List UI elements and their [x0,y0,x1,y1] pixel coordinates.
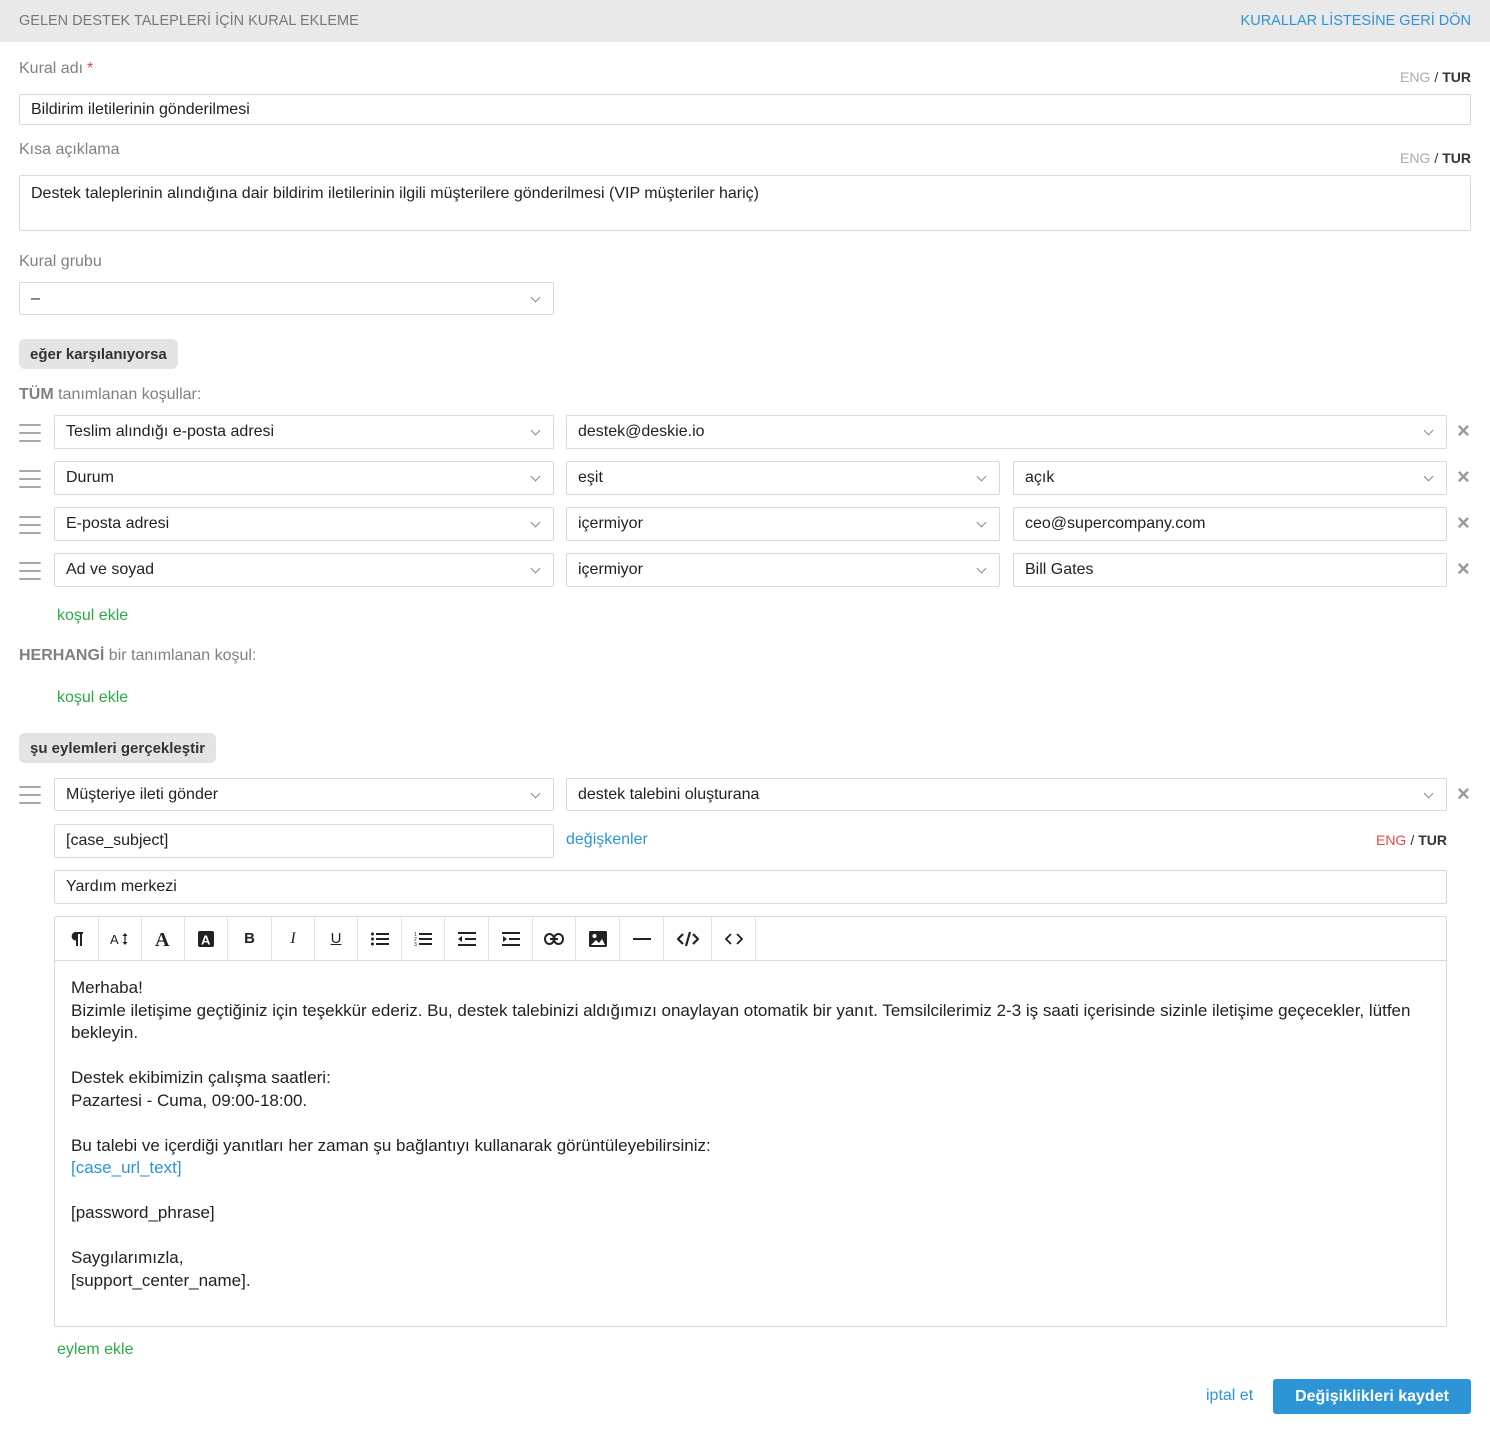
bulleted-list-icon[interactable] [358,917,402,960]
any-conditions-heading: HERHANGİ bir tanımlanan koşul: [19,647,257,664]
editor-toolbar: A A A B I U 123 [55,917,1446,961]
variables-link[interactable]: değişkenler [566,831,648,849]
message-editor: A A A B I U 123 Merhaba! Bizimle iletişi… [54,916,1447,1327]
text-color-icon[interactable]: A [142,917,185,960]
remove-condition-close-icon[interactable]: × [1457,420,1470,442]
condition-field-select[interactable]: Ad ve soyad [54,553,554,587]
remove-action-close-icon[interactable]: × [1457,783,1470,805]
condition-operator-select[interactable]: eşit [566,461,1000,495]
lang-tur[interactable]: TUR [1442,69,1471,85]
add-any-condition-link[interactable]: koşul ekle [57,689,128,707]
case-url-variable-link[interactable]: [case_url_text] [71,1157,1430,1180]
chevron-down-icon [530,563,541,574]
chevron-down-icon [530,292,541,302]
remove-condition-close-icon[interactable]: × [1457,512,1470,534]
horizontal-rule-icon[interactable] [620,917,664,960]
cancel-link[interactable]: iptal et [1206,1387,1253,1405]
action-target-select[interactable]: destek talebini oluşturana [566,778,1447,811]
drag-handle-icon[interactable] [19,424,41,442]
chevron-down-icon [530,788,541,798]
chevron-down-icon [976,563,987,574]
rule-group-select[interactable]: – [19,282,554,315]
condition-operator-select[interactable]: içermiyor [566,553,1000,587]
actions-badge: şu eylemleri gerçekleştir [19,733,217,763]
chevron-down-icon [1423,471,1434,482]
rule-group-label: Kural grubu [19,253,102,270]
svg-text:A: A [155,930,170,948]
remove-condition-close-icon[interactable]: × [1457,466,1470,488]
image-icon[interactable] [576,917,620,960]
rule-name-input[interactable]: Bildirim iletilerinin gönderilmesi [19,94,1471,125]
numbered-list-icon[interactable]: 123 [402,917,445,960]
outdent-icon[interactable] [445,917,489,960]
action-type-select[interactable]: Müşteriye ileti gönder [54,778,554,811]
bold-icon[interactable]: B [228,917,272,960]
subject-input[interactable]: [case_subject] [54,824,554,858]
drag-handle-icon[interactable] [19,562,41,580]
chevron-down-icon [976,471,987,482]
underline-icon[interactable]: U [315,917,358,960]
lang-eng[interactable]: ENG [1400,69,1430,85]
message-body[interactable]: Merhaba! Bizimle iletişime geçtiğiniz iç… [55,961,1446,1292]
rule-name-label: Kural adı * [19,60,94,77]
drag-handle-icon[interactable] [19,470,41,488]
action-lang-switch: ENG / TUR [1375,832,1447,848]
back-to-rules-link[interactable]: KURALLAR LİSTESİNE GERİ DÖN [1241,13,1471,29]
if-conditions-badge: eğer karşılanıyorsa [19,339,178,369]
svg-text:A: A [201,932,211,947]
code-inline-icon[interactable] [712,917,756,960]
condition-field-select[interactable]: Durum [54,461,554,495]
link-icon[interactable] [533,917,576,960]
chevron-down-icon [1423,788,1434,798]
rule-name-lang-switch: ENG / TUR [1399,69,1471,85]
chevron-down-icon [530,471,541,482]
code-view-icon[interactable] [664,917,712,960]
short-desc-lang-switch: ENG / TUR [1399,150,1471,166]
drag-handle-icon[interactable] [19,516,41,534]
save-changes-button[interactable]: Değişiklikleri kaydet [1273,1379,1471,1414]
remove-condition-close-icon[interactable]: × [1457,558,1470,580]
condition-field-select[interactable]: Teslim alındığı e-posta adresi [54,415,554,449]
condition-operator-select[interactable]: içermiyor [566,507,1000,541]
short-desc-label: Kısa açıklama [19,141,120,158]
condition-value-input[interactable]: Bill Gates [1013,553,1447,587]
condition-field-select[interactable]: E-posta adresi [54,507,554,541]
chevron-down-icon [1423,425,1434,436]
page-header: GELEN DESTEK TALEPLERİ İÇİN KURAL EKLEME… [0,0,1490,42]
from-name-input[interactable]: Yardım merkezi [54,870,1447,904]
paragraph-icon[interactable] [55,917,99,960]
indent-icon[interactable] [489,917,533,960]
short-desc-textarea[interactable]: Destek taleplerinin alındığına dair bild… [19,175,1471,231]
chevron-down-icon [530,425,541,436]
lang-tur[interactable]: TUR [1418,832,1447,848]
all-conditions-heading: TÜM tanımlanan koşullar: [19,386,202,403]
lang-tur[interactable]: TUR [1442,150,1471,166]
lang-eng[interactable]: ENG [1376,832,1406,848]
svg-text:A: A [110,932,119,947]
chevron-down-icon [976,517,987,528]
required-mark: * [87,60,94,77]
condition-value-input[interactable]: ceo@supercompany.com [1013,507,1447,541]
add-all-condition-link[interactable]: koşul ekle [57,607,128,625]
condition-value-select[interactable]: açık [1013,461,1447,495]
condition-value-select[interactable]: destek@deskie.io [566,415,1447,449]
background-color-icon[interactable]: A [185,917,228,960]
add-action-link[interactable]: eylem ekle [57,1341,133,1359]
italic-icon[interactable]: I [272,917,315,960]
page-title: GELEN DESTEK TALEPLERİ İÇİN KURAL EKLEME [19,13,359,29]
lang-eng[interactable]: ENG [1400,150,1430,166]
drag-handle-icon[interactable] [19,786,41,804]
font-size-icon[interactable]: A [99,917,142,960]
chevron-down-icon [530,517,541,528]
svg-text:3: 3 [414,942,417,946]
